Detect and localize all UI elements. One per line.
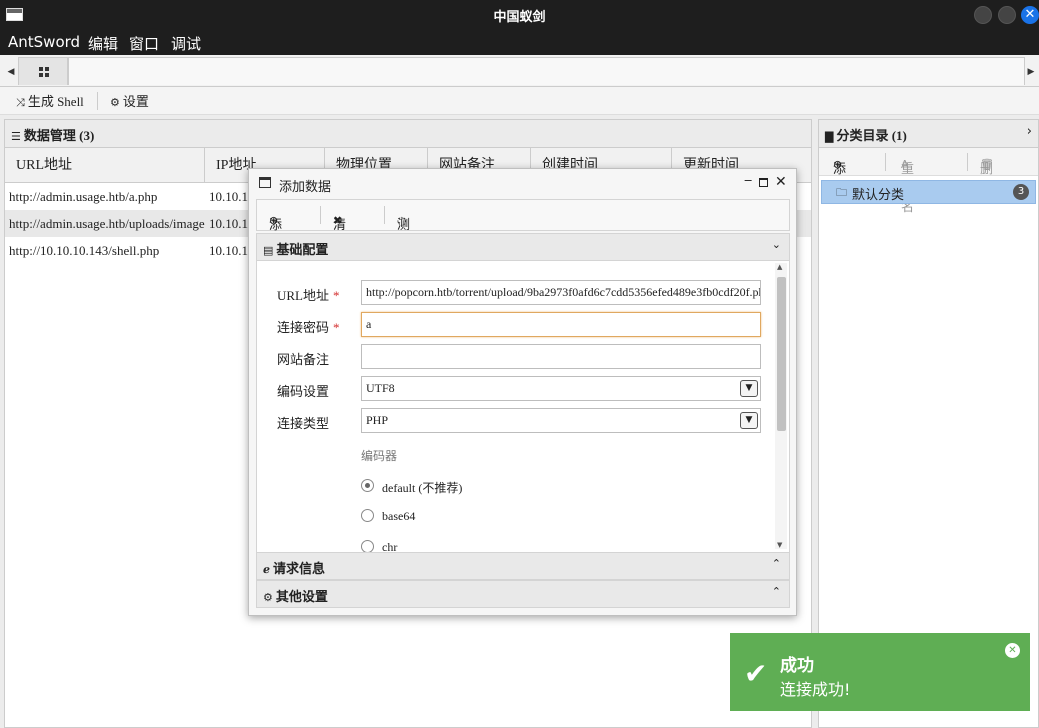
shuffle-icon: ⤨ <box>16 96 25 109</box>
close-button[interactable]: ✕ <box>1021 6 1039 24</box>
url-label: URL地址 * <box>277 288 340 303</box>
scroll-up-icon[interactable]: ▲ <box>777 263 782 271</box>
dialog-title: 添加数据 <box>279 179 332 194</box>
file-icon: ▤ <box>263 244 274 257</box>
encoding-select[interactable]: UTF8 ▼ <box>361 376 761 401</box>
toast-title: 成功 <box>780 656 814 676</box>
chevron-up-icon: ⌃ <box>771 557 781 570</box>
toolbar-separator <box>384 206 385 224</box>
toolbar-separator <box>967 153 968 171</box>
section-request-header[interactable]: ℯ 请求信息 ⌃ <box>256 552 790 580</box>
note-input[interactable] <box>361 344 761 369</box>
toolbar-separator <box>97 92 98 110</box>
chevron-down-icon: ⌄ <box>771 238 781 251</box>
scrollbar-thumb[interactable] <box>777 277 786 431</box>
tab-strip: ◀ ▶ <box>0 55 1039 87</box>
dialog-toolbar: ⊕添加 ✖清空 ◌测试连接 <box>256 199 790 289</box>
toast-message: 连接成功! <box>780 680 851 699</box>
chevron-down-icon: ▼ <box>740 412 758 429</box>
dialog-scrollbar[interactable]: ▲ ▼ <box>775 263 787 549</box>
toast-close-icon[interactable]: ✕ <box>1005 643 1020 658</box>
dialog-title-bar[interactable]: 添加数据 ‒ ✕ <box>249 169 796 199</box>
cell-ip: 10.10.1 <box>209 216 248 231</box>
password-input[interactable]: a <box>361 312 761 337</box>
encoding-label: 编码设置 <box>277 384 330 399</box>
tab-scroll-right-icon[interactable]: ▶ <box>1024 63 1038 79</box>
data-panel-header: ☰ 数据管理 (3) <box>5 120 811 148</box>
generate-shell-button[interactable]: ⤨ 生成 Shell <box>16 91 84 110</box>
menu-antsword[interactable]: AntSword <box>8 33 80 51</box>
menu-window[interactable]: 窗口 <box>129 33 159 54</box>
dialog-minimize-icon[interactable]: ‒ <box>744 173 752 188</box>
cell-url: http://10.10.10.143/shell.php <box>9 243 160 258</box>
section-basic-header[interactable]: ▤ 基础配置 ⌄ <box>256 233 790 261</box>
section-basic-body: URL地址 * http://popcorn.htb/torrent/upload… <box>256 261 790 553</box>
main-toolbar: ⤨ 生成 Shell ⚙ 设置 <box>0 87 1039 115</box>
cell-url: http://admin.usage.htb/a.php <box>9 189 158 204</box>
category-panel-header: ▇ 分类目录 (1) › <box>819 120 1038 148</box>
cell-ip: 10.10.1 <box>209 243 248 258</box>
check-icon: ✔ <box>744 657 768 690</box>
success-toast: ✔ 成功 连接成功! ✕ <box>730 633 1030 711</box>
title-bar: 中国蚁剑 ✕ <box>0 0 1039 29</box>
encoder-label: 编码器 <box>361 449 398 463</box>
category-item-default[interactable]: 🗀 默认分类 3 <box>821 180 1036 204</box>
chevron-up-icon: ⌃ <box>771 585 781 598</box>
minimize-button[interactable] <box>974 6 992 24</box>
toolbar-separator <box>320 206 321 224</box>
window-icon <box>259 177 271 188</box>
type-label: 连接类型 <box>277 416 330 431</box>
password-label: 连接密码 * <box>277 320 340 335</box>
maximize-button[interactable] <box>998 6 1016 24</box>
cell-url: http://admin.usage.htb/uploads/images/ <box>9 216 205 231</box>
menu-debug[interactable]: 调试 <box>171 33 201 54</box>
gear-icon: ⚙ <box>110 96 120 109</box>
tab-bar-empty <box>68 57 1025 85</box>
dialog-close-icon[interactable]: ✕ <box>775 174 787 190</box>
chevron-right-icon[interactable]: › <box>1027 124 1032 139</box>
folder-icon: ▇ <box>825 130 834 143</box>
section-other-header[interactable]: ⚙ 其他设置 ⌃ <box>256 580 790 608</box>
window-title: 中国蚁剑 <box>493 10 546 25</box>
dialog-maximize-icon[interactable] <box>759 178 768 187</box>
settings-button[interactable]: ⚙ 设置 <box>110 91 149 110</box>
cogs-icon: ⚙ <box>263 591 273 604</box>
edge-icon: ℯ <box>263 563 270 576</box>
radio-icon <box>361 509 374 522</box>
list-icon: ☰ <box>11 130 21 143</box>
url-input[interactable]: http://popcorn.htb/torrent/upload/9ba297… <box>361 280 761 305</box>
category-toolbar: ⊕添加 A重命名 🗑删除 <box>819 148 1038 214</box>
tab-home[interactable] <box>18 57 68 85</box>
column-url[interactable]: URL地址 <box>5 148 205 183</box>
type-select[interactable]: PHP ▼ <box>361 408 761 433</box>
menu-edit[interactable]: 编辑 <box>88 33 118 54</box>
folder-open-icon: 🗀 <box>836 186 847 199</box>
tab-scroll-left-icon[interactable]: ◀ <box>4 63 18 79</box>
menu-bar: AntSword 编辑 窗口 调试 <box>0 29 1039 55</box>
scroll-down-icon[interactable]: ▼ <box>777 541 782 549</box>
radio-checked-icon <box>361 479 374 492</box>
toolbar-separator <box>885 153 886 171</box>
note-label: 网站备注 <box>277 352 330 367</box>
add-data-dialog: 添加数据 ‒ ✕ ⊕添加 ✖清空 ◌测试连接 ▤基础配置 ⌄ URL地址* ht… <box>248 168 797 616</box>
chevron-down-icon: ▼ <box>740 380 758 397</box>
category-count-badge: 3 <box>1013 184 1029 200</box>
cell-ip: 10.10.1 <box>209 189 248 204</box>
